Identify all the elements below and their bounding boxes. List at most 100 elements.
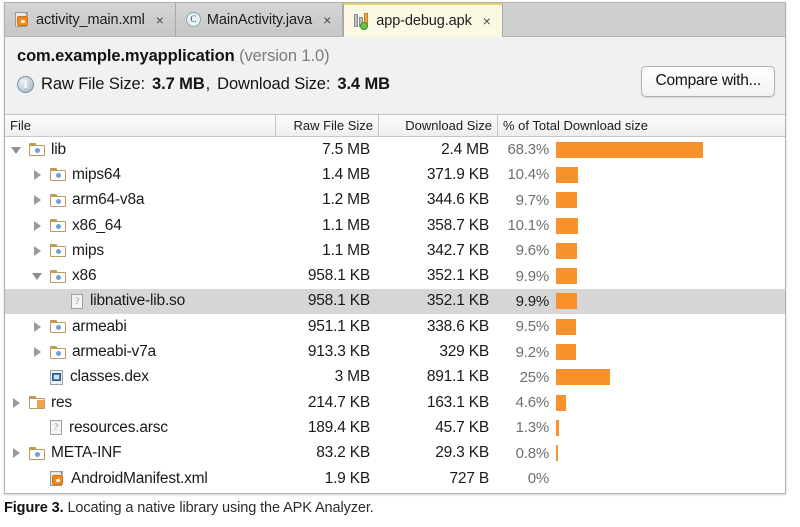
chevron-right-icon[interactable] (32, 220, 44, 232)
download-size-cell: 29.3 KB (435, 444, 489, 462)
folder-icon (50, 244, 66, 258)
java-class-icon: C (185, 12, 201, 27)
apk-title-line: com.example.myapplication (version 1.0) (17, 47, 775, 66)
column-header-download-size[interactable]: Download Size (378, 115, 497, 136)
chevron-right-icon[interactable] (11, 447, 23, 459)
percent-cell: 9.6% (497, 242, 785, 259)
table-row[interactable]: mips64 1.4 MB 371.9 KB 10.4% (5, 162, 785, 187)
raw-file-size-cell: 189.4 KB (307, 418, 370, 436)
download-size-cell: 163.1 KB (426, 393, 489, 411)
download-size-cell: 329 KB (439, 343, 489, 361)
file-name-cell[interactable]: lib (5, 141, 275, 159)
editor-tab-bar: activity_main.xml × C MainActivity.java … (5, 3, 785, 37)
file-name-label: x86_64 (72, 216, 122, 234)
compare-with-button[interactable]: Compare with... (641, 66, 775, 97)
file-name-cell[interactable]: res (5, 394, 275, 412)
info-icon: i (17, 76, 34, 93)
apk-analyzer-panel: activity_main.xml × C MainActivity.java … (4, 2, 786, 494)
close-icon[interactable]: × (481, 14, 493, 28)
apk-file-icon (354, 13, 370, 30)
file-name-label: x86 (72, 267, 97, 285)
download-size-cell: 2.4 MB (441, 140, 489, 158)
chevron-right-icon[interactable] (11, 397, 23, 409)
raw-file-size-cell: 951.1 KB (307, 317, 370, 335)
table-row[interactable]: arm64-v8a 1.2 MB 344.6 KB 9.7% (5, 188, 785, 213)
table-row[interactable]: AndroidManifest.xml 1.9 KB 727 B 0% (5, 466, 785, 491)
raw-file-size-cell: 1.1 MB (322, 216, 370, 234)
raw-file-size-label: Raw File Size: (41, 75, 146, 93)
percent-label: 4.6% (515, 394, 550, 412)
file-name-label: armeabi (72, 317, 127, 335)
table-row[interactable]: armeabi 951.1 KB 338.6 KB 9.5% (5, 314, 785, 339)
file-name-cell[interactable]: classes.dex (5, 368, 275, 386)
percent-cell: 0.8% (497, 445, 785, 462)
file-name-cell[interactable]: ? libnative-lib.so (5, 292, 275, 310)
table-row[interactable]: lib 7.5 MB 2.4 MB 68.3% (5, 137, 785, 162)
percent-bar (556, 192, 577, 209)
raw-file-size-cell: 913.3 KB (307, 343, 370, 361)
file-name-cell[interactable]: META-INF (5, 444, 275, 462)
file-name-cell[interactable]: armeabi (5, 318, 275, 336)
chevron-right-icon[interactable] (32, 194, 44, 206)
file-name-label: res (51, 393, 72, 411)
raw-file-size-cell: 3 MB (334, 368, 371, 386)
file-name-cell[interactable]: ? resources.arsc (5, 419, 275, 437)
figure-caption-text: Locating a native library using the APK … (63, 500, 374, 516)
file-name-label: resources.arsc (69, 418, 168, 436)
file-name-cell[interactable]: mips (5, 242, 275, 260)
percent-cell: 10.4% (497, 166, 785, 183)
table-row[interactable]: ? libnative-lib.so 958.1 KB 352.1 KB 9.9% (5, 288, 785, 315)
folder-icon (50, 168, 66, 182)
column-header-percent-of-total[interactable]: % of Total Download size (497, 115, 785, 136)
file-name-cell[interactable]: x86_64 (5, 217, 275, 235)
figure-caption: Figure 3. Locating a native library usin… (4, 500, 374, 516)
percent-cell: 9.9% (497, 268, 785, 285)
table-row[interactable]: ? resources.arsc 189.4 KB 45.7 KB 1.3% (5, 415, 785, 440)
close-icon[interactable]: × (321, 13, 333, 27)
table-row[interactable]: mips 1.1 MB 342.7 KB 9.6% (5, 238, 785, 263)
percent-label: 25% (519, 368, 550, 386)
res-folder-icon (29, 396, 45, 410)
file-name-cell[interactable]: mips64 (5, 166, 275, 184)
chevron-right-icon[interactable] (32, 346, 44, 358)
percent-cell: 0% (497, 470, 785, 487)
folder-icon (50, 345, 66, 359)
close-icon[interactable]: × (154, 13, 166, 27)
percent-label: 10.4% (507, 166, 549, 184)
unknown-file-icon: ? (50, 420, 63, 436)
file-name-cell[interactable]: armeabi-v7a (5, 343, 275, 361)
file-name-cell[interactable]: arm64-v8a (5, 191, 275, 209)
percent-bar (556, 242, 577, 259)
size-separator: , (205, 75, 211, 93)
download-size-cell: 358.7 KB (426, 216, 489, 234)
percent-label: 9.2% (515, 343, 550, 361)
column-header-file[interactable]: File (5, 115, 275, 136)
chevron-down-icon[interactable] (11, 144, 23, 156)
chevron-right-icon[interactable] (32, 245, 44, 257)
apk-file-tree[interactable]: lib 7.5 MB 2.4 MB 68.3% mips64 1.4 MB 371.9 KB… (5, 137, 785, 492)
table-row[interactable]: x86_64 1.1 MB 358.7 KB 10.1% (5, 213, 785, 238)
table-row[interactable]: classes.dex 3 MB 891.1 KB 25% (5, 365, 785, 390)
chevron-right-icon[interactable] (32, 321, 44, 333)
table-row[interactable]: META-INF 83.2 KB 29.3 KB 0.8% (5, 441, 785, 466)
tab-app-debug-apk[interactable]: app-debug.apk × (343, 3, 503, 37)
download-size-cell: 352.1 KB (426, 292, 489, 310)
download-size-label: Download Size: (217, 75, 331, 93)
tab-activity-main-xml[interactable]: activity_main.xml × (5, 3, 176, 36)
percent-label: 9.9% (515, 292, 550, 310)
chevron-right-icon[interactable] (32, 169, 44, 181)
tab-mainactivity-java[interactable]: C MainActivity.java × (175, 3, 344, 36)
file-name-cell[interactable]: x86 (5, 267, 275, 285)
table-row[interactable]: x86 958.1 KB 352.1 KB 9.9% (5, 263, 785, 288)
tab-bar-filler (502, 3, 785, 36)
table-row[interactable]: res 214.7 KB 163.1 KB 4.6% (5, 390, 785, 415)
folder-icon (50, 193, 66, 207)
percent-bar (556, 217, 578, 234)
column-header-raw-file-size[interactable]: Raw File Size (275, 115, 378, 136)
file-name-cell[interactable]: AndroidManifest.xml (5, 470, 275, 488)
figure-number: Figure 3. (4, 500, 64, 516)
table-row[interactable]: armeabi-v7a 913.3 KB 329 KB 9.2% (5, 339, 785, 364)
chevron-down-icon[interactable] (32, 270, 44, 282)
percent-label: 9.5% (515, 318, 550, 336)
percent-cell: 10.1% (497, 217, 785, 234)
